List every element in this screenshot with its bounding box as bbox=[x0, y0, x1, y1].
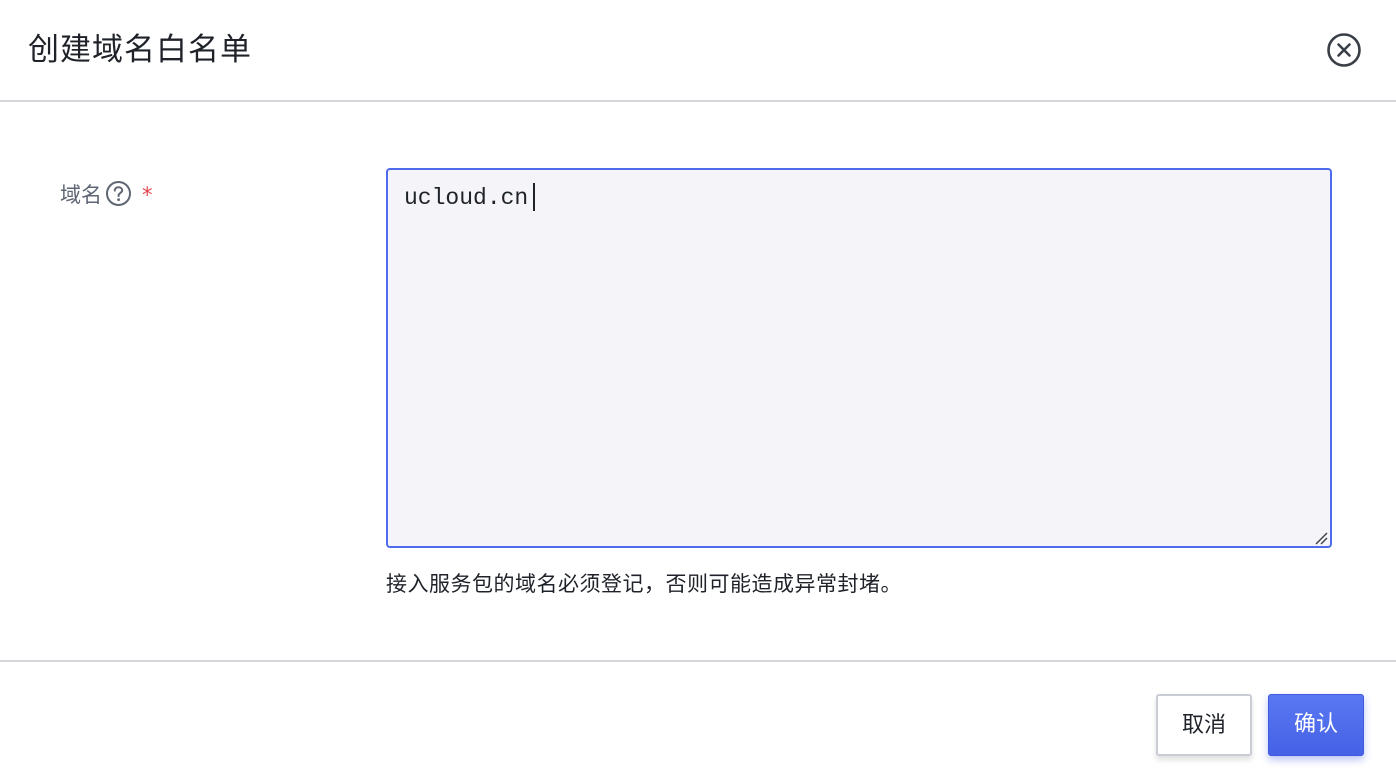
create-domain-whitelist-dialog: 创建域名白名单 域名 * ucloud.cn 接入服务包的域名必须登记，否则可能… bbox=[0, 0, 1396, 780]
dialog-footer: 取消 确认 bbox=[0, 660, 1396, 780]
text-cursor bbox=[533, 183, 535, 211]
resize-handle-icon[interactable] bbox=[1314, 530, 1328, 545]
domain-textarea-container bbox=[386, 168, 1332, 548]
close-circle-icon bbox=[1326, 32, 1362, 68]
required-asterisk: * bbox=[142, 183, 153, 207]
domain-hint-text: 接入服务包的域名必须登记，否则可能造成异常封堵。 bbox=[386, 572, 902, 596]
cancel-button[interactable]: 取消 bbox=[1156, 694, 1252, 756]
dialog-title: 创建域名白名单 bbox=[28, 32, 252, 68]
question-circle-icon[interactable] bbox=[105, 180, 132, 207]
domain-textarea[interactable] bbox=[388, 170, 1330, 546]
dialog-header: 创建域名白名单 bbox=[0, 0, 1396, 102]
confirm-button[interactable]: 确认 bbox=[1268, 694, 1364, 756]
domain-label: 域名 bbox=[60, 183, 102, 207]
domain-field-label-group: 域名 * bbox=[60, 180, 153, 210]
close-button[interactable] bbox=[1326, 32, 1362, 68]
